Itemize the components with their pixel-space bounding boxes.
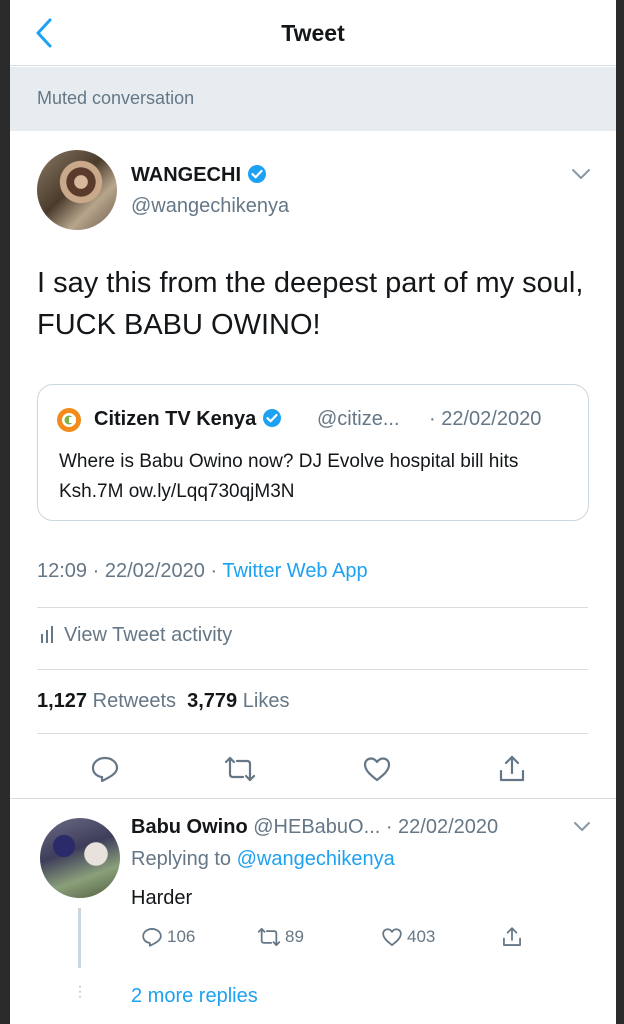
reply-text: Harder: [131, 887, 193, 909]
heart-icon: [363, 757, 391, 782]
retweets-count: 1,127: [37, 690, 88, 712]
tweet-time: 12:09 · 22/02/2020 ·: [37, 560, 223, 582]
likes-label: Likes: [242, 690, 290, 712]
quote-date: · 22/02/2020: [429, 408, 542, 430]
reply-button[interactable]: [90, 754, 120, 784]
share-button[interactable]: [497, 754, 527, 784]
muted-conversation-banner: Muted conversation: [10, 67, 616, 131]
retweet-icon: [224, 756, 256, 782]
reply-icon: [91, 756, 119, 783]
tweet-source-link[interactable]: Twitter Web App: [222, 560, 367, 582]
reply-author-name: Babu Owino: [131, 816, 248, 838]
reply-like-button[interactable]: 403: [381, 926, 435, 948]
view-tweet-activity-link[interactable]: View Tweet activity: [40, 624, 232, 649]
reply-icon: [142, 928, 162, 947]
reply-count: 106: [167, 927, 196, 946]
heart-icon: [382, 928, 402, 946]
author-name-text: WANGECHI: [131, 164, 241, 186]
divider: [37, 733, 588, 734]
header: Tweet: [10, 0, 616, 66]
reply-share-button[interactable]: [501, 926, 523, 948]
quoted-tweet[interactable]: Citizen TV Kenya @citize... · 22/02/2020…: [37, 384, 589, 521]
reply-menu-button[interactable]: [572, 820, 592, 834]
retweets-label: Retweets: [92, 690, 176, 712]
divider: [37, 607, 588, 608]
divider: [10, 798, 616, 799]
likes-stat[interactable]: 3,779 Likes: [187, 690, 289, 712]
tweet-action-bar: [10, 746, 616, 790]
reply-avatar[interactable]: [40, 818, 120, 898]
retweet-button[interactable]: [224, 754, 256, 784]
like-count: 403: [407, 927, 436, 946]
chevron-down-icon: [572, 169, 590, 179]
replying-to-handle[interactable]: @wangechikenya: [237, 848, 395, 870]
likes-count: 3,779: [187, 690, 238, 712]
tweet-menu-button[interactable]: [570, 166, 592, 182]
retweet-count: 89: [285, 927, 304, 946]
author-handle[interactable]: @wangechikenya: [131, 195, 289, 218]
replying-to-prefix: Replying to: [131, 848, 237, 870]
page-title: Tweet: [281, 20, 345, 46]
retweet-icon: [257, 928, 281, 946]
more-replies-dots-icon: ⋮: [73, 983, 87, 999]
reply-action-bar: 106 89 403: [131, 926, 601, 956]
citizen-tv-logo-icon: [56, 407, 82, 433]
verified-badge-icon: [247, 164, 267, 190]
verified-badge-icon: [262, 408, 282, 434]
quote-text: Where is Babu Owino now? DJ Evolve hospi…: [59, 451, 519, 502]
chevron-down-icon: [574, 822, 590, 831]
like-button[interactable]: [362, 754, 392, 784]
engagement-counts: 1,127 Retweets 3,779 Likes: [37, 690, 289, 713]
tweet-timestamp: 12:09 · 22/02/2020 · Twitter Web App: [37, 560, 368, 583]
share-icon: [499, 755, 525, 782]
tweet-text: I say this from the deepest part of my s…: [37, 267, 584, 341]
avatar[interactable]: [37, 150, 117, 230]
bar-chart-icon: [40, 625, 54, 649]
quote-author-handle: @citize...: [317, 408, 400, 430]
share-icon: [503, 927, 521, 946]
quote-author-name: Citizen TV Kenya: [94, 408, 282, 434]
tweet-screen: Tweet Muted conversation WANGECHI @wange…: [10, 0, 616, 1024]
reply-author[interactable]: Babu Owino @HEBabuO... · 22/02/2020: [131, 816, 498, 839]
more-replies-link[interactable]: 2 more replies: [131, 985, 258, 1008]
thread-line: [78, 908, 81, 968]
quote-author-name-text: Citizen TV Kenya: [94, 408, 257, 430]
view-tweet-activity-label: View Tweet activity: [64, 624, 233, 646]
divider: [37, 669, 588, 670]
retweets-stat[interactable]: 1,127 Retweets: [37, 690, 176, 712]
reply-reply-button[interactable]: 106: [141, 926, 195, 948]
replying-to: Replying to @wangechikenya: [131, 848, 395, 871]
author-name[interactable]: WANGECHI: [131, 164, 267, 190]
reply-retweet-button[interactable]: 89: [257, 926, 304, 948]
reply-handle-date: @HEBabuO... · 22/02/2020: [253, 816, 499, 838]
